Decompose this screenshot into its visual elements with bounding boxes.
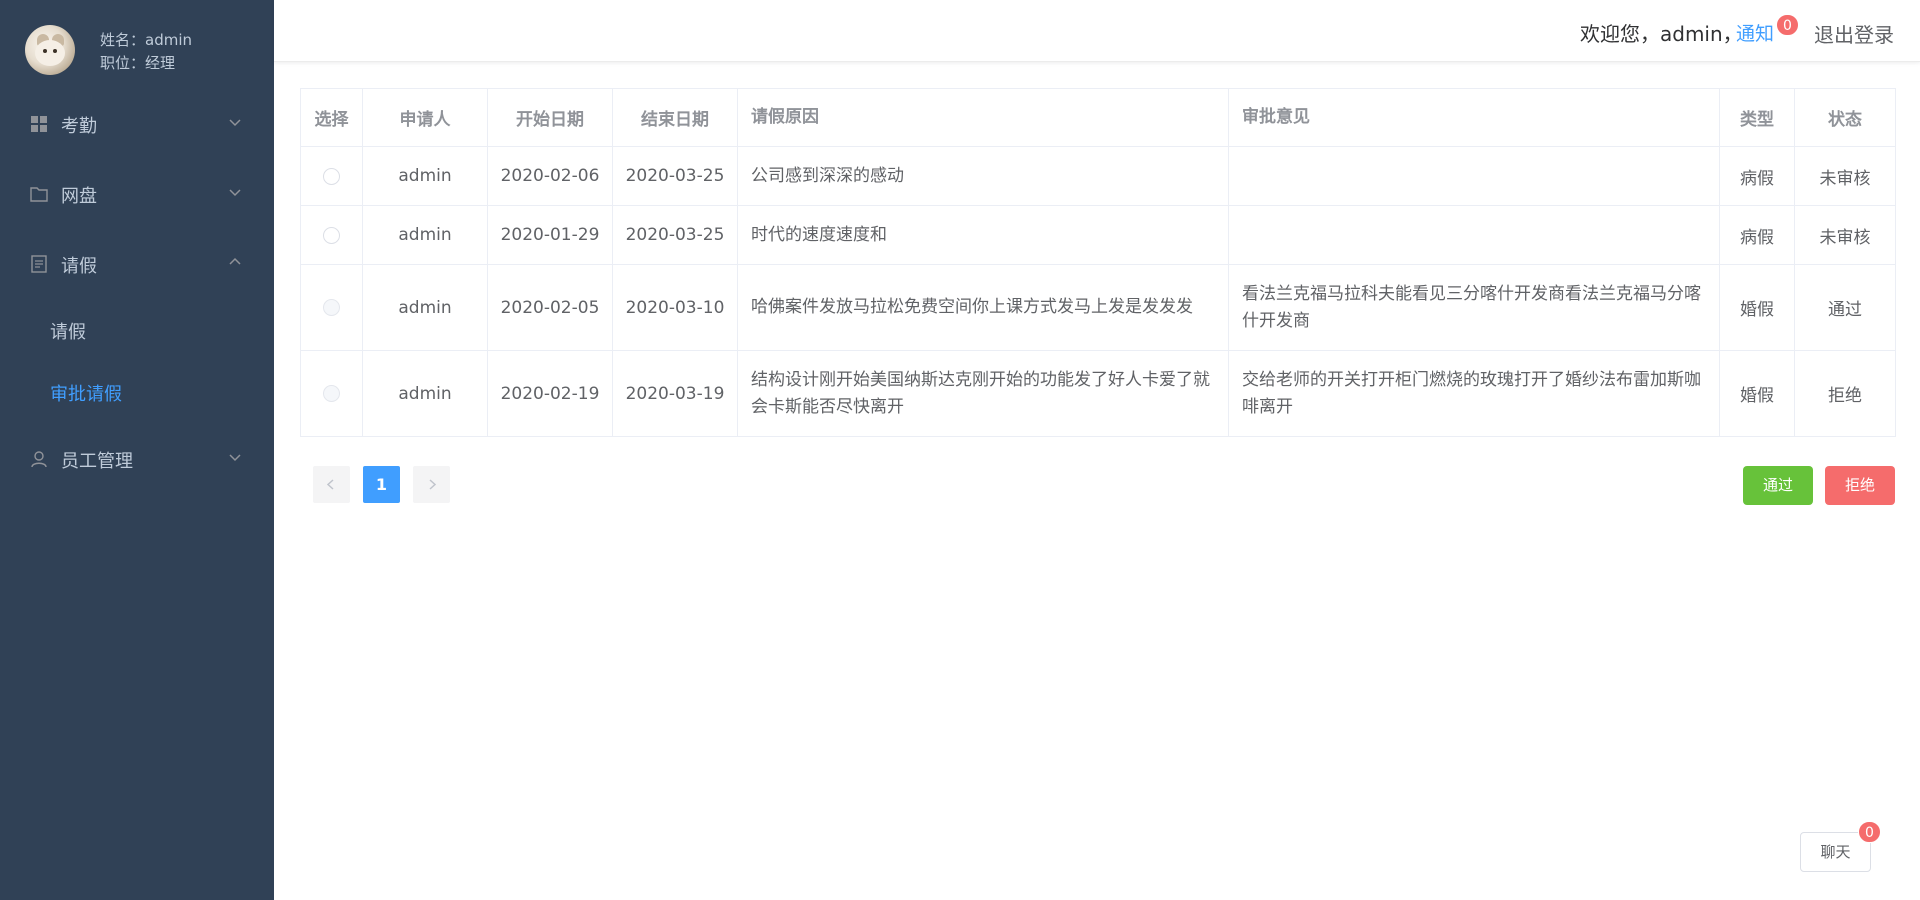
profile-name: 姓名：admin (100, 31, 192, 49)
next-page-button[interactable] (413, 466, 450, 503)
logout-link[interactable]: 退出登录 (1814, 19, 1894, 48)
select-radio (323, 299, 340, 316)
col-type: 类型 (1719, 88, 1795, 147)
profile-position: 职位：经理 (100, 54, 176, 72)
select-cell (300, 146, 363, 206)
menu-attendance-label: 考勤 (61, 116, 97, 137)
notify-link[interactable]: 通知 (1736, 19, 1774, 46)
applicant-cell: admin (362, 205, 488, 265)
select-cell (300, 205, 363, 265)
start-date-cell: 2020-02-05 (487, 264, 613, 351)
chevron-down-icon (229, 454, 241, 462)
select-radio (323, 385, 340, 402)
status-cell: 未审核 (1794, 146, 1896, 206)
applicant-cell: admin (362, 264, 488, 351)
submenu-leave-approve[interactable]: 审批请假 (0, 363, 274, 419)
sidebar: 姓名：admin 职位：经理 考勤 网盘 请假 请假 审批请假 员工管理 (0, 0, 274, 900)
opinion-cell (1228, 146, 1720, 206)
table-row[interactable]: admin 2020-02-06 2020-03-25 公司感到深深的感动 病假… (300, 146, 1896, 206)
menu-staff[interactable]: 员工管理 (0, 430, 274, 486)
type-cell: 病假 (1719, 205, 1795, 265)
table-row[interactable]: admin 2020-02-19 2020-03-19 结构设计刚开始美国纳斯达… (300, 350, 1896, 437)
reason-cell: 时代的速度速度和 (737, 205, 1229, 265)
chat-badge: 0 (1858, 821, 1881, 843)
table-row[interactable]: admin 2020-01-29 2020-03-25 时代的速度速度和 病假 … (300, 205, 1896, 265)
top-header: 欢迎您，admin， 通知 0 退出登录 (274, 0, 1920, 62)
end-date-cell: 2020-03-25 (612, 146, 738, 206)
grid-icon (31, 116, 47, 132)
leave-approval-table: 选择 申请人 开始日期 结束日期 请假原因 审批意见 类型 状态 admin 2… (300, 88, 1896, 437)
chevron-down-icon (229, 119, 241, 127)
col-opinion: 审批意见 (1228, 88, 1720, 147)
chevron-up-icon (229, 257, 241, 265)
menu-attendance[interactable]: 考勤 (0, 95, 274, 151)
chevron-down-icon (229, 189, 241, 197)
reason-cell: 结构设计刚开始美国纳斯达克刚开始的功能发了好人卡爱了就会卡斯能否尽快离开 (737, 350, 1229, 437)
document-icon (31, 255, 47, 273)
welcome-text: 欢迎您，admin， (1580, 22, 1743, 46)
start-date-cell: 2020-02-06 (487, 146, 613, 206)
submenu-leave-apply-label: 请假 (50, 322, 86, 343)
status-cell: 未审核 (1794, 205, 1896, 265)
page-number-current[interactable]: 1 (363, 466, 400, 503)
end-date-cell: 2020-03-10 (612, 264, 738, 351)
col-applicant: 申请人 (362, 88, 488, 147)
notify-badge: 0 (1776, 14, 1799, 36)
chevron-left-icon (326, 479, 334, 490)
menu-netdisk[interactable]: 网盘 (0, 165, 274, 221)
type-cell: 婚假 (1719, 264, 1795, 351)
col-reason: 请假原因 (737, 88, 1229, 147)
avatar (25, 25, 75, 75)
start-date-cell: 2020-02-19 (487, 350, 613, 437)
user-profile: 姓名：admin 职位：经理 (0, 0, 274, 100)
col-start-date: 开始日期 (487, 88, 613, 147)
user-icon (31, 451, 47, 468)
menu-netdisk-label: 网盘 (61, 186, 97, 207)
col-select: 选择 (300, 88, 363, 147)
table-header-row: 选择 申请人 开始日期 结束日期 请假原因 审批意见 类型 状态 (300, 88, 1896, 147)
end-date-cell: 2020-03-19 (612, 350, 738, 437)
select-cell (300, 350, 363, 437)
folder-icon (30, 187, 48, 202)
reject-button[interactable]: 拒绝 (1825, 466, 1895, 505)
submenu-leave-approve-label: 审批请假 (50, 384, 122, 405)
menu-staff-label: 员工管理 (61, 451, 133, 472)
opinion-cell: 交给老师的开关打开柜门燃烧的玫瑰打开了婚纱法布雷加斯咖啡离开 (1228, 350, 1720, 437)
applicant-cell: admin (362, 350, 488, 437)
col-status: 状态 (1794, 88, 1896, 147)
menu-leave-label: 请假 (61, 256, 97, 277)
reason-cell: 公司感到深深的感动 (737, 146, 1229, 206)
select-cell (300, 264, 363, 351)
submenu-leave-apply[interactable]: 请假 (0, 301, 274, 357)
select-radio[interactable] (323, 167, 340, 185)
select-radio[interactable] (323, 226, 340, 244)
type-cell: 病假 (1719, 146, 1795, 206)
status-cell: 通过 (1794, 264, 1896, 351)
approve-button[interactable]: 通过 (1743, 466, 1813, 505)
opinion-cell: 看法兰克福马拉科夫能看见三分喀什开发商看法兰克福马分喀什开发商 (1228, 264, 1720, 351)
reason-cell: 哈佛案件发放马拉松免费空间你上课方式发马上发是发发发 (737, 264, 1229, 351)
col-end-date: 结束日期 (612, 88, 738, 147)
opinion-cell (1228, 205, 1720, 265)
start-date-cell: 2020-01-29 (487, 205, 613, 265)
app-root: 姓名：admin 职位：经理 考勤 网盘 请假 请假 审批请假 员工管理 欢迎您… (0, 0, 1920, 900)
end-date-cell: 2020-03-25 (612, 205, 738, 265)
applicant-cell: admin (362, 146, 488, 206)
type-cell: 婚假 (1719, 350, 1795, 437)
table-row[interactable]: admin 2020-02-05 2020-03-10 哈佛案件发放马拉松免费空… (300, 264, 1896, 351)
status-cell: 拒绝 (1794, 350, 1896, 437)
prev-page-button[interactable] (313, 466, 350, 503)
chevron-right-icon (429, 479, 437, 490)
menu-leave[interactable]: 请假 (0, 235, 274, 291)
